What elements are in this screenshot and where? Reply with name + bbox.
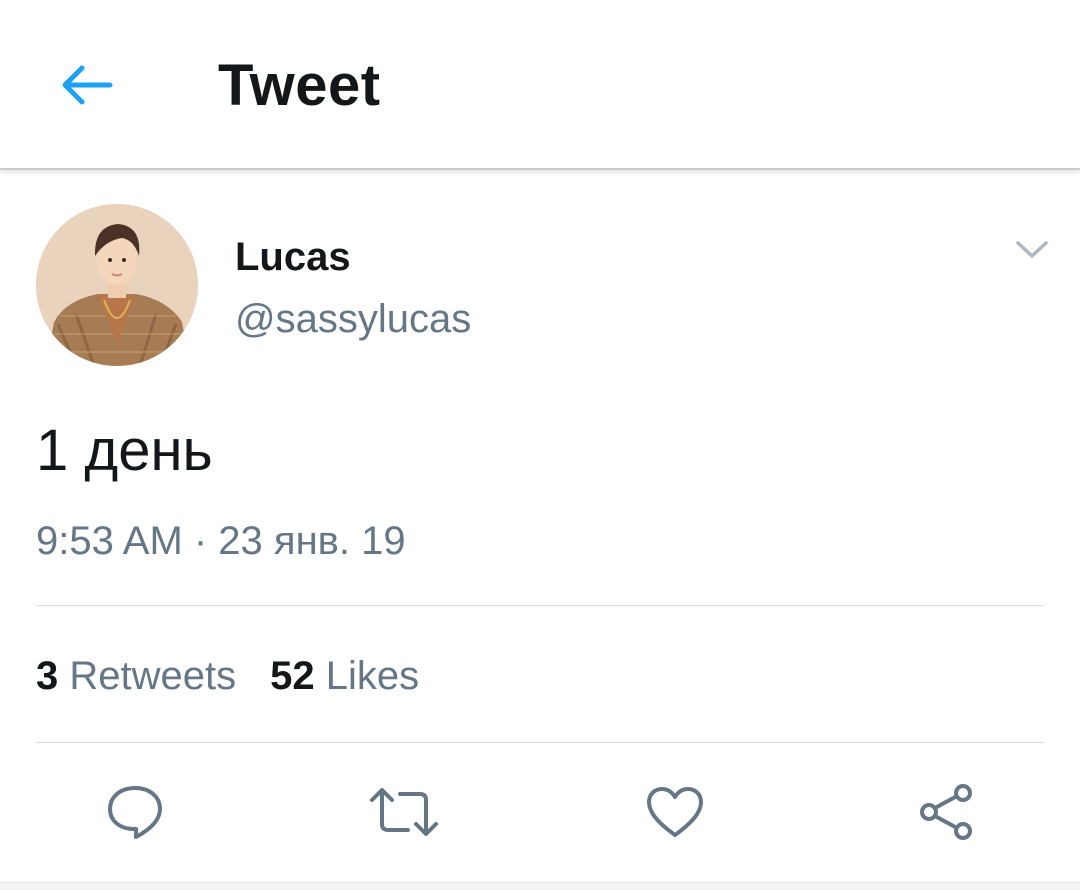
divider	[36, 605, 1044, 606]
back-button[interactable]	[48, 50, 124, 120]
share-button[interactable]	[910, 776, 982, 848]
likes-stat[interactable]: 52 Likes	[270, 650, 419, 702]
bottom-edge	[0, 882, 1080, 890]
app-header: Tweet	[0, 0, 1080, 170]
retweet-icon	[370, 788, 438, 836]
tweet-stats: 3 Retweets 52 Likes	[36, 650, 453, 702]
tweet-timestamp: 9:53 AM · 23 янв. 19	[36, 519, 406, 563]
tweet-detail-screen: Tweet Lucas @sassylucas 1 день 9:53 AM ·…	[0, 0, 1080, 890]
reply-icon	[108, 786, 162, 839]
heart-icon	[647, 787, 703, 837]
arrow-left-icon	[62, 65, 113, 105]
retweets-stat[interactable]: 3 Retweets	[36, 650, 236, 702]
likes-label: Likes	[325, 654, 420, 698]
likes-count: 52	[270, 654, 315, 698]
reply-button[interactable]	[99, 776, 171, 848]
retweets-count: 3	[36, 654, 59, 698]
page-title: Tweet	[218, 53, 381, 118]
chevron-down-icon	[1016, 241, 1048, 258]
tweet-menu-button[interactable]	[1008, 230, 1056, 270]
retweet-button[interactable]	[368, 776, 440, 848]
author-name[interactable]: Lucas	[235, 233, 351, 281]
like-button[interactable]	[639, 776, 711, 848]
retweets-label: Retweets	[69, 654, 237, 698]
author-handle[interactable]: @sassylucas	[235, 294, 471, 344]
share-icon	[920, 784, 972, 840]
divider	[36, 742, 1044, 743]
avatar-photo	[36, 204, 198, 366]
avatar[interactable]	[36, 204, 198, 366]
tweet-text: 1 день	[36, 418, 213, 483]
